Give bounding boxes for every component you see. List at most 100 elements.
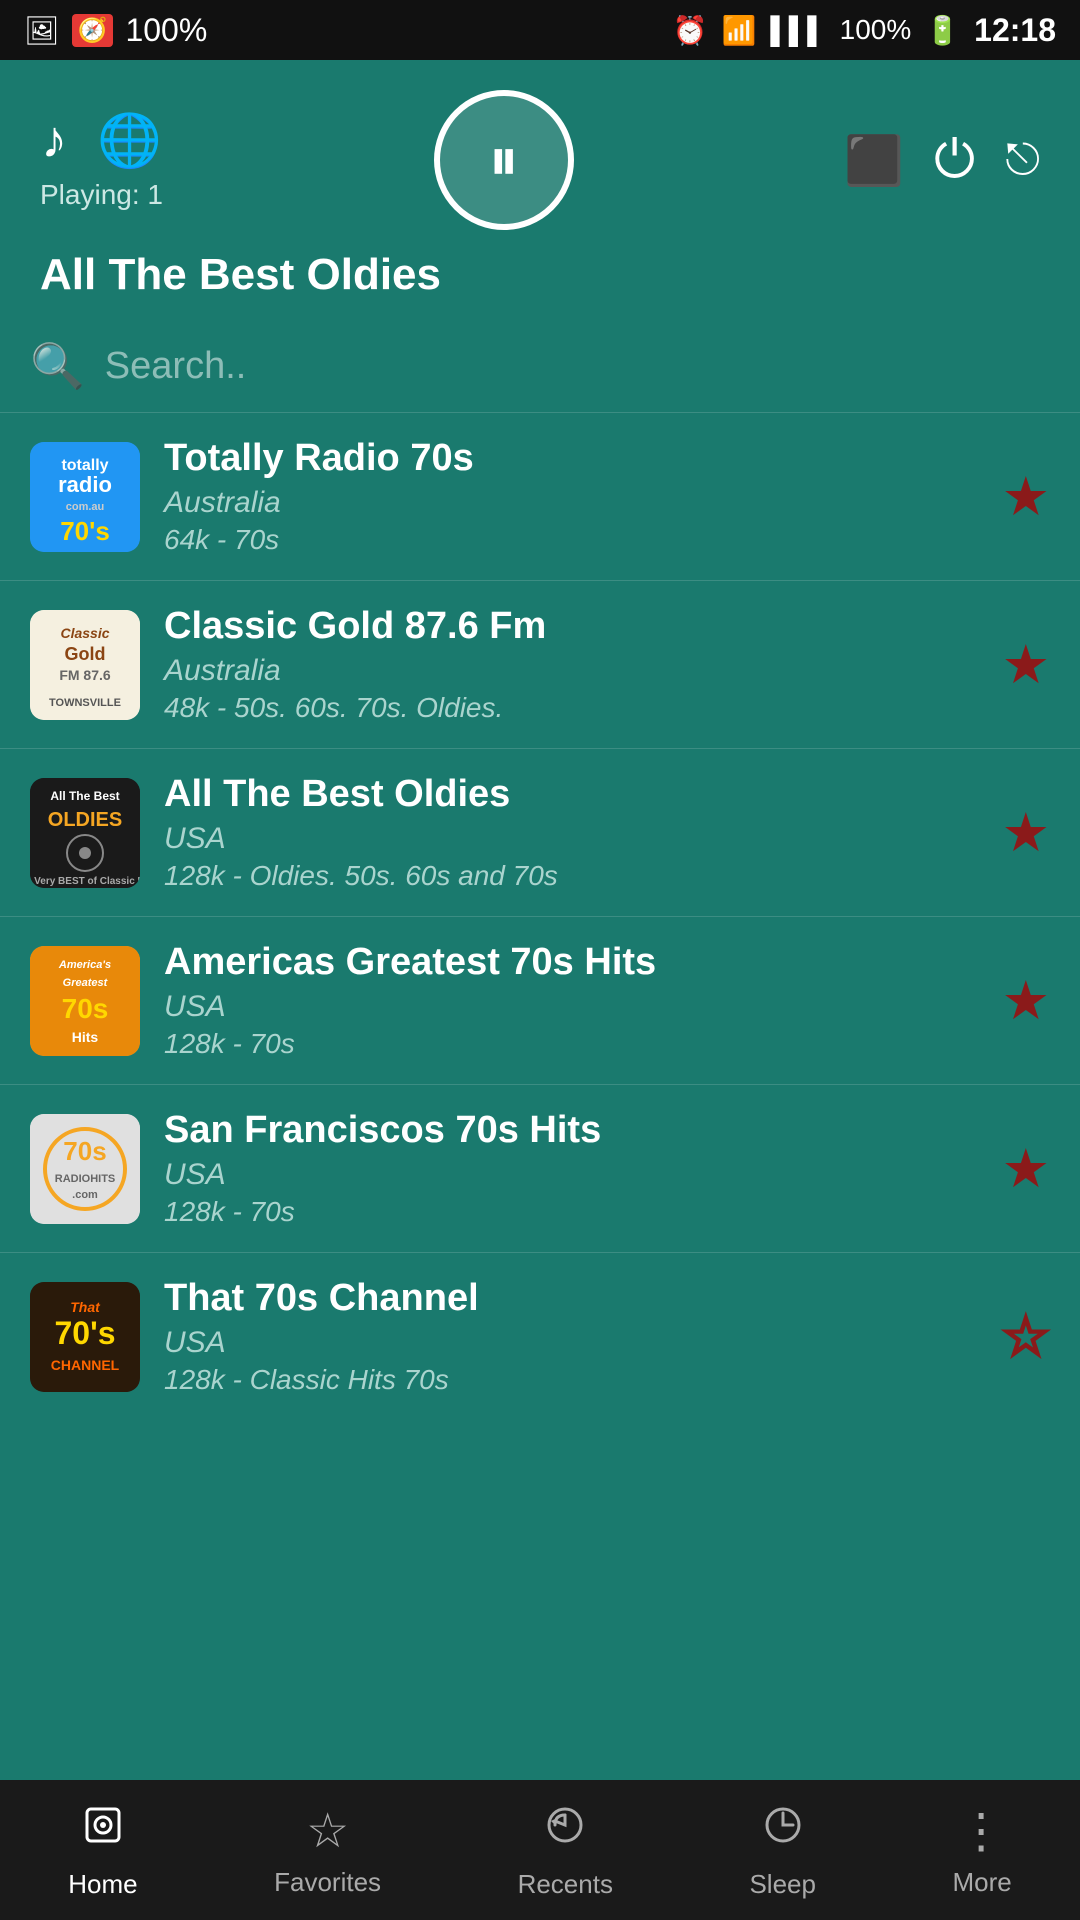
svg-text:FM 87.6: FM 87.6 bbox=[59, 667, 111, 683]
station-bitrate-3: 128k - Oldies. 50s. 60s and 70s bbox=[164, 860, 978, 892]
nav-item-home[interactable]: Home bbox=[68, 1801, 137, 1900]
svg-text:.com: .com bbox=[72, 1189, 98, 1201]
recents-icon bbox=[541, 1801, 589, 1861]
favorite-star-2[interactable]: ★ bbox=[1002, 633, 1050, 696]
alarm-icon: ⏰ bbox=[673, 14, 708, 47]
station-country-4: USA bbox=[164, 990, 978, 1024]
station-logo-5: 70s RADIOHITS .com bbox=[30, 1114, 140, 1224]
favorite-star-4[interactable]: ★ bbox=[1002, 969, 1050, 1032]
station-name-2: Classic Gold 87.6 Fm bbox=[164, 605, 978, 648]
station-info-4: Americas Greatest 70s Hits USA 128k - 70… bbox=[164, 941, 978, 1060]
search-icon: 🔍 bbox=[30, 340, 85, 392]
nav-label-home: Home bbox=[68, 1869, 137, 1900]
more-icon: ⋮ bbox=[957, 1803, 1007, 1859]
station-country-3: USA bbox=[164, 822, 978, 856]
nav-item-favorites[interactable]: ☆ Favorites bbox=[274, 1803, 381, 1898]
svg-text:RADIOHITS: RADIOHITS bbox=[55, 1173, 116, 1185]
station-bitrate-1: 64k - 70s bbox=[164, 524, 978, 556]
svg-text:70's: 70's bbox=[55, 1315, 116, 1351]
station-info-5: San Franciscos 70s Hits USA 128k - 70s bbox=[164, 1109, 978, 1228]
share-button[interactable]: ⎋ bbox=[1005, 135, 1040, 185]
svg-text:Classic: Classic bbox=[60, 625, 109, 641]
home-icon bbox=[79, 1801, 127, 1861]
pause-icon: ⏸ bbox=[489, 125, 519, 195]
station-logo-2: Classic Gold FM 87.6 TOWNSVILLE bbox=[30, 610, 140, 720]
power-button[interactable]: ⏻ bbox=[934, 130, 975, 191]
nav-item-recents[interactable]: Recents bbox=[518, 1801, 613, 1900]
favorite-star-1[interactable]: ★ bbox=[1002, 465, 1050, 528]
station-info-3: All The Best Oldies USA 128k - Oldies. 5… bbox=[164, 773, 978, 892]
station-info-2: Classic Gold 87.6 Fm Australia 48k - 50s… bbox=[164, 605, 978, 724]
favorite-star-5[interactable]: ★ bbox=[1002, 1137, 1050, 1200]
svg-text:Greatest: Greatest bbox=[63, 977, 109, 989]
svg-text:All The Best: All The Best bbox=[50, 789, 119, 803]
status-bar: 🖼 🧭 100% ⏰ 📶 ▌▌▌ 100% 🔋 12:18 bbox=[0, 0, 1080, 60]
status-right: ⏰ 📶 ▌▌▌ 100% 🔋 12:18 bbox=[673, 12, 1056, 49]
svg-text:Hits: Hits bbox=[72, 1029, 99, 1045]
station-bitrate-4: 128k - 70s bbox=[164, 1028, 978, 1060]
list-item[interactable]: Classic Gold FM 87.6 TOWNSVILLE Classic … bbox=[0, 581, 1080, 749]
station-info-6: That 70s Channel USA 128k - Classic Hits… bbox=[164, 1277, 978, 1396]
station-name-5: San Franciscos 70s Hits bbox=[164, 1109, 978, 1152]
player-left: ♪ 🌐 Playing: 1 bbox=[40, 110, 163, 211]
stop-button[interactable]: ⬛ bbox=[844, 132, 904, 189]
station-info-1: Totally Radio 70s Australia 64k - 70s bbox=[164, 437, 978, 556]
station-country-2: Australia bbox=[164, 654, 978, 688]
station-title: All The Best Oldies bbox=[40, 240, 1040, 300]
nav-item-sleep[interactable]: Sleep bbox=[749, 1801, 816, 1900]
music-note-icon: ♪ bbox=[41, 110, 67, 171]
player-area: ♪ 🌐 Playing: 1 ⏸ ⬛ ⏻ ⎋ All The Best Oldi… bbox=[0, 60, 1080, 320]
station-bitrate-5: 128k - 70s bbox=[164, 1196, 978, 1228]
station-logo-3: All The Best OLDIES The Very BEST of Cla… bbox=[30, 778, 140, 888]
svg-text:radio: radio bbox=[58, 472, 112, 497]
list-item[interactable]: All The Best OLDIES The Very BEST of Cla… bbox=[0, 749, 1080, 917]
wifi-icon: 📶 bbox=[722, 14, 757, 47]
svg-text:OLDIES: OLDIES bbox=[48, 809, 122, 831]
nav-item-more[interactable]: ⋮ More bbox=[952, 1803, 1011, 1898]
list-item[interactable]: America's Greatest 70s Hits Americas Gre… bbox=[0, 917, 1080, 1085]
list-item[interactable]: 70s RADIOHITS .com San Franciscos 70s Hi… bbox=[0, 1085, 1080, 1253]
nav-icon-status: 🧭 bbox=[72, 14, 114, 47]
station-bitrate-6: 128k - Classic Hits 70s bbox=[164, 1364, 978, 1396]
radio-list: totally radio com.au 70's Totally Radio … bbox=[0, 413, 1080, 1833]
battery-percent: 100% bbox=[840, 14, 912, 46]
list-item[interactable]: totally radio com.au 70's Totally Radio … bbox=[0, 413, 1080, 581]
station-country-6: USA bbox=[164, 1326, 978, 1360]
station-name-1: Totally Radio 70s bbox=[164, 437, 978, 480]
nav-label-sleep: Sleep bbox=[749, 1869, 816, 1900]
svg-text:Gold: Gold bbox=[65, 644, 106, 664]
globe-icon[interactable]: 🌐 bbox=[97, 110, 162, 171]
station-logo-4: America's Greatest 70s Hits bbox=[30, 946, 140, 1056]
status-left: 🖼 🧭 100% bbox=[24, 12, 207, 49]
svg-text:The Very BEST of Classic Hits: The Very BEST of Classic Hits bbox=[30, 876, 140, 887]
status-number: 100% bbox=[125, 12, 207, 49]
station-logo-6: That 70's CHANNEL bbox=[30, 1282, 140, 1392]
time-display: 12:18 bbox=[974, 12, 1056, 49]
pause-button[interactable]: ⏸ bbox=[434, 90, 574, 230]
favorite-star-3[interactable]: ★ bbox=[1002, 801, 1050, 864]
favorite-star-6[interactable]: ☆ bbox=[1002, 1305, 1050, 1368]
station-name-4: Americas Greatest 70s Hits bbox=[164, 941, 978, 984]
station-country-5: USA bbox=[164, 1158, 978, 1192]
playing-label: Playing: 1 bbox=[40, 179, 163, 211]
svg-text:That: That bbox=[70, 1299, 101, 1315]
list-item[interactable]: That 70's CHANNEL That 70s Channel USA 1… bbox=[0, 1253, 1080, 1420]
station-country-1: Australia bbox=[164, 486, 978, 520]
search-container: 🔍 bbox=[0, 320, 1080, 413]
search-input[interactable] bbox=[105, 345, 1050, 388]
player-controls: ♪ 🌐 Playing: 1 ⏸ ⬛ ⏻ ⎋ bbox=[40, 90, 1040, 230]
sleep-icon bbox=[759, 1801, 807, 1861]
svg-text:70's: 70's bbox=[60, 516, 110, 546]
station-logo-1: totally radio com.au 70's bbox=[30, 442, 140, 552]
svg-text:TOWNSVILLE: TOWNSVILLE bbox=[49, 697, 121, 709]
station-name-3: All The Best Oldies bbox=[164, 773, 978, 816]
favorites-icon: ☆ bbox=[306, 1803, 349, 1859]
battery-icon: 🔋 bbox=[925, 14, 960, 47]
svg-text:com.au: com.au bbox=[66, 501, 105, 513]
svg-text:America's: America's bbox=[58, 959, 111, 971]
photo-icon: 🖼 bbox=[24, 14, 60, 47]
svg-text:70s: 70s bbox=[63, 1136, 106, 1166]
svg-text:70s: 70s bbox=[62, 993, 109, 1024]
player-right-controls: ⬛ ⏻ ⎋ bbox=[844, 130, 1040, 191]
svg-text:CHANNEL: CHANNEL bbox=[51, 1357, 120, 1373]
